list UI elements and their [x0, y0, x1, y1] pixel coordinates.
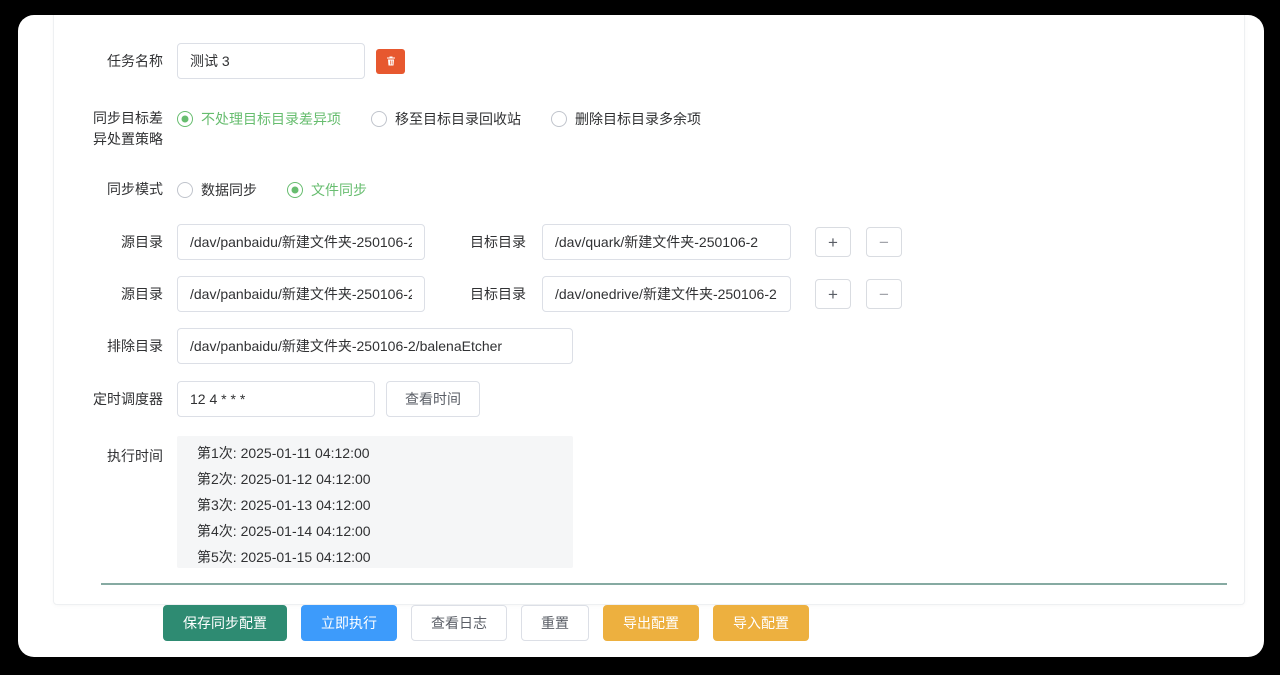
- target-dir-input[interactable]: [542, 276, 791, 312]
- action-bar: 保存同步配置 立即执行 查看日志 重置 导出配置 导入配置: [163, 605, 809, 641]
- radio-delete-extra[interactable]: 删除目标目录多余项: [551, 108, 701, 129]
- task-name-input[interactable]: [177, 43, 365, 79]
- app-window: 任务名称 同步目标差异处置策略 不处理目标目录差异项: [18, 15, 1264, 657]
- source-dir-label: 源目录: [88, 232, 163, 253]
- target-dir-input[interactable]: [542, 224, 791, 260]
- exec-time-line: 第3次: 2025-01-13 04:12:00: [197, 492, 573, 518]
- radio-circle-icon: [177, 111, 193, 127]
- target-dir-label: 目标目录: [470, 232, 526, 252]
- dir-row: 源目录 目标目录 + −: [88, 224, 1244, 260]
- diff-policy-label: 同步目标差异处置策略: [88, 108, 163, 150]
- sync-mode-row: 同步模式 数据同步 文件同步: [88, 179, 1244, 200]
- exec-time-line: 第2次: 2025-01-12 04:12:00: [197, 466, 573, 492]
- exclude-dir-input[interactable]: [177, 328, 573, 364]
- source-dir-input[interactable]: [177, 276, 425, 312]
- exec-time-line: 第1次: 2025-01-11 04:12:00: [197, 440, 573, 466]
- source-dir-label: 源目录: [88, 284, 163, 305]
- run-now-button[interactable]: 立即执行: [301, 605, 397, 641]
- view-logs-button[interactable]: 查看日志: [411, 605, 507, 641]
- radio-circle-icon: [177, 182, 193, 198]
- target-dir-label: 目标目录: [470, 284, 526, 304]
- diff-policy-row: 同步目标差异处置策略 不处理目标目录差异项 移至目标目录回收站 删除目标目录多余…: [88, 108, 1244, 150]
- dir-row: 源目录 目标目录 + −: [88, 276, 1244, 312]
- radio-move-to-recycle[interactable]: 移至目标目录回收站: [371, 108, 521, 129]
- exclude-dir-row: 排除目录: [88, 328, 1244, 364]
- task-name-label: 任务名称: [88, 51, 163, 72]
- remove-dir-row-button[interactable]: −: [866, 227, 902, 257]
- save-sync-config-button[interactable]: 保存同步配置: [163, 605, 287, 641]
- add-dir-row-button[interactable]: +: [815, 279, 851, 309]
- sync-mode-label: 同步模式: [88, 179, 163, 200]
- cron-label: 定时调度器: [88, 389, 163, 410]
- exec-times-row: 执行时间 第1次: 2025-01-11 04:12:00 第2次: 2025-…: [88, 436, 1244, 568]
- delete-task-button[interactable]: [376, 49, 405, 74]
- source-dir-input[interactable]: [177, 224, 425, 260]
- sync-task-card: 任务名称 同步目标差异处置策略 不处理目标目录差异项: [53, 15, 1245, 605]
- export-config-button[interactable]: 导出配置: [603, 605, 699, 641]
- exec-time-line: 第5次: 2025-01-15 04:12:00: [197, 544, 573, 570]
- cron-row: 定时调度器 查看时间: [88, 381, 1244, 417]
- exclude-dir-label: 排除目录: [88, 336, 163, 357]
- remove-dir-row-button[interactable]: −: [866, 279, 902, 309]
- radio-keep-diff[interactable]: 不处理目标目录差异项: [177, 108, 341, 129]
- sync-mode-radio-group: 数据同步 文件同步: [177, 179, 397, 200]
- sync-task-form: 任务名称 同步目标差异处置策略 不处理目标目录差异项: [54, 15, 1244, 585]
- cron-input[interactable]: [177, 381, 375, 417]
- add-dir-row-button[interactable]: +: [815, 227, 851, 257]
- reset-button[interactable]: 重置: [521, 605, 589, 641]
- trash-icon: [385, 55, 397, 67]
- view-time-button[interactable]: 查看时间: [386, 381, 480, 417]
- section-divider: [101, 583, 1227, 585]
- radio-circle-icon: [287, 182, 303, 198]
- exec-time-line: 第4次: 2025-01-14 04:12:00: [197, 518, 573, 544]
- radio-data-sync[interactable]: 数据同步: [177, 179, 257, 200]
- radio-circle-icon: [551, 111, 567, 127]
- import-config-button[interactable]: 导入配置: [713, 605, 809, 641]
- diff-policy-radio-group: 不处理目标目录差异项 移至目标目录回收站 删除目标目录多余项: [177, 108, 731, 129]
- task-name-row: 任务名称: [88, 43, 1244, 79]
- radio-circle-icon: [371, 111, 387, 127]
- exec-times-box: 第1次: 2025-01-11 04:12:00 第2次: 2025-01-12…: [177, 436, 573, 568]
- exec-times-label: 执行时间: [88, 446, 163, 467]
- radio-file-sync[interactable]: 文件同步: [287, 179, 367, 200]
